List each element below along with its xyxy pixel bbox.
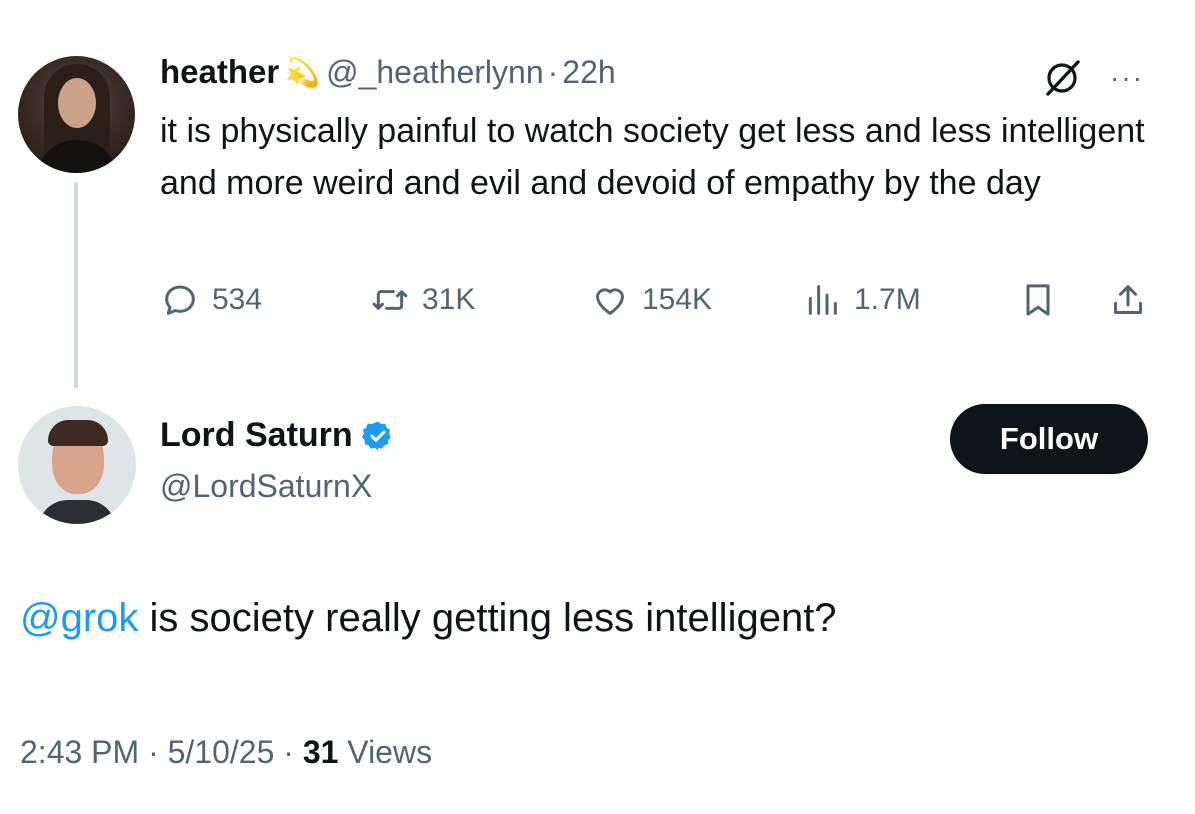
bookmark-button[interactable] — [1018, 280, 1070, 320]
retweet-icon — [372, 290, 408, 310]
original-timestamp[interactable]: 22h — [562, 54, 615, 91]
reply-views-label: Views — [338, 734, 433, 770]
share-button[interactable] — [1108, 280, 1160, 320]
reply-text-body: is society really getting less intellige… — [138, 596, 837, 640]
thread-line — [74, 182, 78, 388]
time-separator: · — [547, 53, 559, 90]
meta-separator-1: · — [139, 734, 168, 770]
avatar-lord-saturn[interactable] — [18, 406, 136, 524]
verified-icon[interactable] — [361, 419, 395, 453]
retweet-button[interactable]: 31K — [370, 280, 475, 320]
reply-name-row: Lord Saturn — [160, 416, 395, 455]
views-button[interactable]: 1.7M — [802, 280, 921, 320]
meta-separator-2: · — [274, 734, 303, 770]
original-display-name[interactable]: heather — [160, 53, 279, 91]
like-count: 154K — [642, 283, 713, 316]
reply-icon — [165, 285, 195, 315]
reply-time[interactable]: 2:43 PM — [20, 734, 139, 770]
reply-button[interactable]: 534 — [160, 280, 262, 320]
original-handle[interactable]: @_heatherlynn — [326, 54, 544, 91]
like-button[interactable]: 154K — [590, 280, 712, 320]
reply-tweet-text: @grok is society really getting less int… — [20, 596, 837, 641]
original-tweet-header: heather 💫 @_heatherlynn · 22h — [160, 50, 616, 94]
reply-handle[interactable]: @LordSaturnX — [160, 468, 372, 505]
shooting-star-emoji: 💫 — [285, 56, 321, 88]
reply-views-count: 31 — [302, 734, 339, 770]
reply-date[interactable]: 5/10/25 — [168, 734, 275, 770]
like-icon — [596, 288, 624, 315]
tweet-actions: 534 31K 154K 1.7M — [160, 280, 1170, 330]
original-tweet-text: it is physically painful to watch societ… — [160, 112, 1145, 202]
retweet-count: 31K — [422, 283, 476, 316]
grok-icon[interactable] — [1040, 56, 1084, 100]
views-icon — [808, 285, 837, 315]
bookmark-icon — [1026, 284, 1050, 316]
share-icon — [1114, 285, 1142, 314]
grok-mention-link[interactable]: @grok — [20, 596, 138, 640]
views-count: 1.7M — [854, 283, 921, 316]
avatar-heather[interactable] — [18, 56, 135, 173]
reply-meta: 2:43 PM · 5/10/25 · 31 Views — [20, 734, 432, 771]
reply-display-name[interactable]: Lord Saturn — [160, 416, 353, 455]
top-divider — [0, 0, 1195, 10]
follow-button[interactable]: Follow — [950, 404, 1148, 474]
more-icon[interactable]: ··· — [1110, 64, 1144, 92]
original-tweet-header-actions: ··· — [1040, 56, 1144, 100]
reply-count: 534 — [212, 283, 263, 316]
